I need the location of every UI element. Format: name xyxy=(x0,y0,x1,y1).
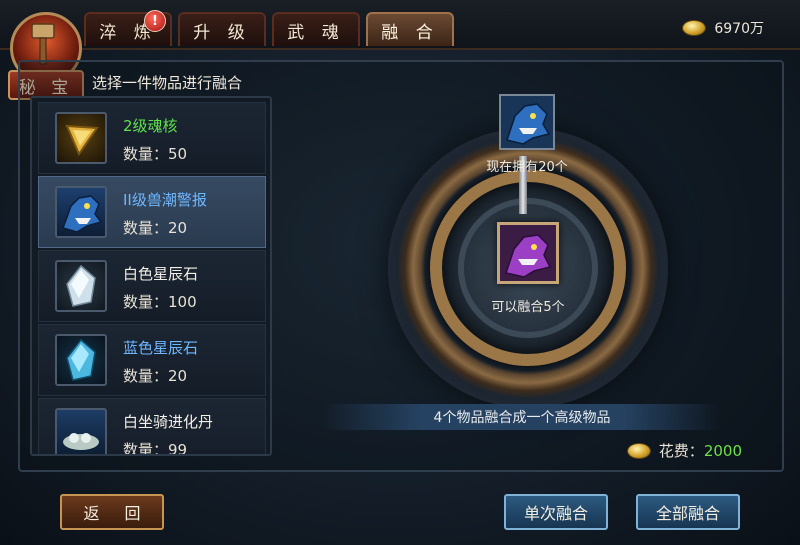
beast-tide-alarm-icon xyxy=(55,186,107,238)
tab-fusion[interactable]: 融 合 xyxy=(366,12,454,46)
fusion-info-bar: 4个物品融合成一个高级物品 xyxy=(322,404,722,430)
fusable-count-label: 可以融合5个 xyxy=(491,300,565,315)
item-name: 2级魂核 xyxy=(123,117,178,135)
item-quantity: 数量：50 xyxy=(123,145,188,163)
item-list[interactable]: 2级魂核 数量：50 II级兽潮警报 数量：20 白色星辰石 数量：100 蓝色… xyxy=(30,96,272,456)
result-item-slot[interactable] xyxy=(497,222,559,284)
blue-star-stone-icon xyxy=(55,334,107,386)
cost-value: 2000 xyxy=(703,441,742,460)
item-quantity: 数量：20 xyxy=(123,367,188,385)
single-fusion-button[interactable]: 单次融合 xyxy=(504,494,608,530)
list-item-selected[interactable]: II级兽潮警报 数量：20 xyxy=(38,176,266,248)
back-button[interactable]: 返 回 xyxy=(60,494,164,530)
list-title: 选择一件物品进行融合 xyxy=(92,74,243,92)
tab-label: 武 魂 xyxy=(287,22,345,43)
fusion-info-text: 4个物品融合成一个高级物品 xyxy=(433,410,611,426)
gold-coin-icon xyxy=(626,442,651,459)
mount-evolution-pill-icon xyxy=(55,408,107,454)
tab-martial-soul[interactable]: 武 魂 xyxy=(272,12,360,46)
source-item-slot[interactable] xyxy=(499,94,555,150)
tab-upgrade[interactable]: 升 级 xyxy=(178,12,266,46)
gold-balance: 6970万 xyxy=(682,18,764,38)
soul-core-icon xyxy=(55,112,107,164)
purple-beast-icon xyxy=(500,225,556,281)
top-tab-bar: 淬 炼 ! 升 级 武 魂 融 合 6970万 xyxy=(0,0,800,50)
item-quantity: 数量：20 xyxy=(123,219,188,237)
item-quantity: 数量：99 xyxy=(123,441,188,456)
list-item[interactable]: 白坐骑进化丹 数量：99 xyxy=(38,398,266,456)
alert-badge-icon: ! xyxy=(144,10,166,32)
tab-label: 融 合 xyxy=(381,22,439,43)
owned-count-label: 现在拥有20个 xyxy=(486,160,568,175)
fusion-cost: 花费： 2000 xyxy=(626,440,742,461)
white-star-stone-icon xyxy=(55,260,107,312)
tab-label: 升 级 xyxy=(193,22,251,43)
item-name: 白色星辰石 xyxy=(123,265,199,283)
list-item[interactable]: 白色星辰石 数量：100 xyxy=(38,250,266,322)
item-name: II级兽潮警报 xyxy=(123,191,207,209)
gold-coin-icon xyxy=(682,20,707,36)
beast-tide-alarm-icon xyxy=(501,96,553,148)
item-name: 蓝色星辰石 xyxy=(123,339,199,357)
all-fusion-button[interactable]: 全部融合 xyxy=(636,494,740,530)
gold-amount: 6970万 xyxy=(714,21,764,37)
cost-label: 花费： xyxy=(658,442,704,460)
list-item[interactable]: 蓝色星辰石 数量：20 xyxy=(38,324,266,396)
item-name: 白坐骑进化丹 xyxy=(123,413,214,431)
item-quantity: 数量：100 xyxy=(123,293,197,311)
list-item[interactable]: 2级魂核 数量：50 xyxy=(38,102,266,174)
tab-quench[interactable]: 淬 炼 ! xyxy=(84,10,172,46)
